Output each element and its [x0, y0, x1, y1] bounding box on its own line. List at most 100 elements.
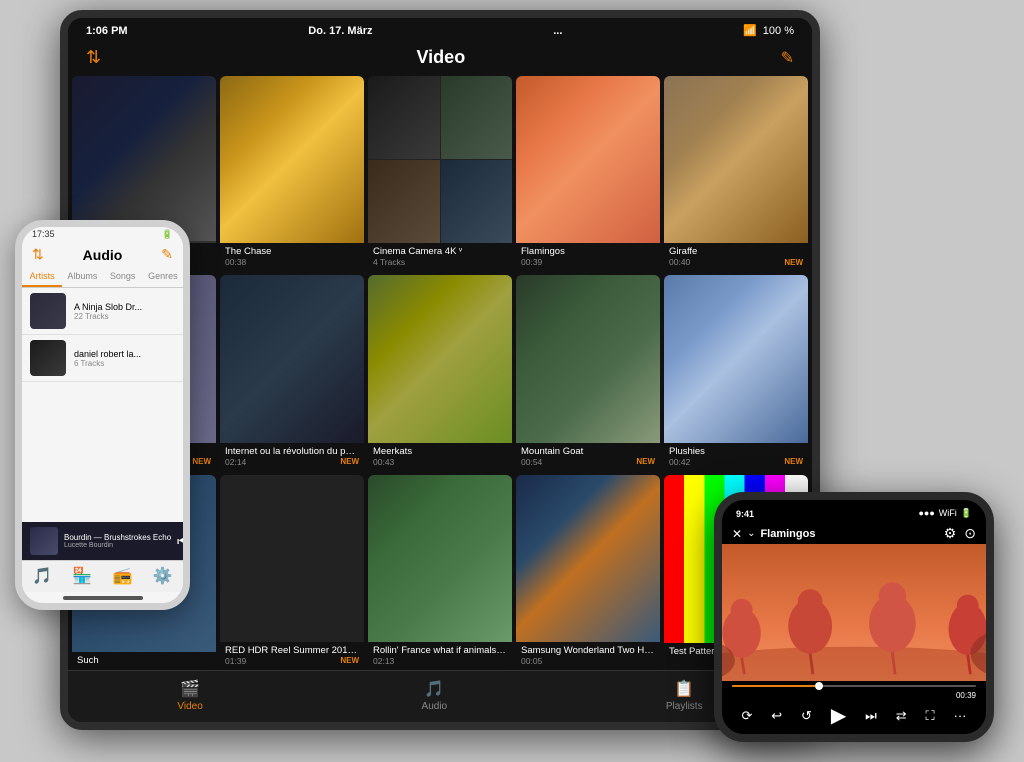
video-title: Mountain Goat — [521, 446, 655, 457]
tab-playlists[interactable]: 📋 Playlists — [666, 679, 703, 712]
video-item-mountain-goat[interactable]: Mountain Goat 00:54 NEW — [516, 275, 660, 470]
video-item-chase[interactable]: The Chase 00:38 — [220, 76, 364, 271]
edit-icon[interactable]: ✎ — [781, 48, 794, 68]
wifi-icon: WiFi — [939, 508, 957, 519]
fast-forward-icon[interactable]: ⏭ — [865, 708, 877, 724]
video-item-giraffe[interactable]: Giraffe 00:40 NEW — [664, 76, 808, 271]
video-item-meerkats[interactable]: Meerkats 00:43 — [368, 275, 512, 470]
ipad-status-bar: 1:06 PM Do. 17. März ... 📶 100 % — [68, 18, 812, 43]
ipad-date: Do. 17. März — [308, 25, 372, 37]
video-title: Giraffe — [669, 246, 803, 257]
video-tab-icon: 🎬 — [180, 679, 200, 699]
more-icon[interactable]: ··· — [954, 708, 967, 723]
video-title: Internet ou la révolution du partage — [225, 446, 359, 457]
now-playing-info: Bourdin — Brushstrokes Echo Lucette Bour… — [64, 533, 171, 549]
tab-settings-icon[interactable]: ⚙️ — [153, 566, 173, 586]
video-item-rollin[interactable]: Rollin' France what if animals were roun… — [368, 475, 512, 670]
video-title: Meerkats — [373, 446, 507, 457]
signal-icon: ●●● — [918, 508, 934, 519]
home-indicator — [63, 596, 143, 600]
tab-music-icon[interactable]: 🎵 — [32, 566, 52, 586]
iphone-small-header: ⇅ Audio ✎ — [22, 242, 183, 267]
iphone-small-device: 17:35 🔋 ⇅ Audio ✎ Artists Albums Songs G… — [15, 220, 190, 610]
now-playing-thumb — [30, 527, 58, 555]
video-item-cinema[interactable]: Cinema Camera 4K ᵛ 4 Tracks — [368, 76, 512, 271]
video-title: RED HDR Reel Summer 2018 Shot on RED PiW… — [225, 645, 359, 656]
play-button[interactable]: ▶ — [831, 703, 846, 728]
artist-item-ninja[interactable]: A Ninja Slob Dr... 22 Tracks — [22, 288, 183, 335]
iphone-small-status-bar: 17:35 🔋 — [22, 227, 183, 242]
battery-icon: 🔋 — [961, 508, 972, 519]
ipad-status-right: 📶 100 % — [743, 24, 794, 37]
audio-title: Audio — [83, 247, 123, 263]
video-title: Rollin' France what if animals were roun… — [373, 645, 507, 656]
video-title: Cinema Camera 4K ᵛ — [373, 246, 507, 257]
artist-tracks: 22 Tracks — [74, 312, 175, 321]
iphone-small-screen: 17:35 🔋 ⇅ Audio ✎ Artists Albums Songs G… — [22, 227, 183, 603]
video-item-red-hdr[interactable]: RED HDR Reel Summer 2018 Shot on RED PiW… — [220, 475, 364, 670]
now-playing-title: Bourdin — Brushstrokes Echo — [64, 533, 171, 542]
video-content — [722, 544, 986, 681]
video-item-internet[interactable]: Internet ou la révolution du partage 02:… — [220, 275, 364, 470]
edit-icon[interactable]: ✎ — [161, 246, 173, 263]
fullscreen-icon[interactable]: ⛶ — [926, 708, 935, 724]
playback-buttons: ⟳ ↩ ↺ ▶ ⏭ ⇄ ⛶ ··· — [732, 703, 976, 728]
video-item-samsung[interactable]: Samsung Wonderland Two HDR UHD 4K Demo..… — [516, 475, 660, 670]
tab-store-icon[interactable]: 🏪 — [72, 566, 92, 586]
progress-fill — [732, 685, 817, 687]
tab-artists[interactable]: Artists — [22, 267, 62, 287]
shuffle-icon[interactable]: ⇄ — [896, 708, 907, 724]
rewind-icon[interactable]: ↺ — [801, 708, 812, 724]
artist-info: A Ninja Slob Dr... 22 Tracks — [74, 302, 175, 321]
video-item-plushies[interactable]: Plushies 00:42 NEW — [664, 275, 808, 470]
audio-tab-icon: 🎵 — [424, 679, 444, 699]
video-player-topbar: ✕ ⌄ Flamingos ⚙ ⊙ — [722, 523, 986, 544]
video-player-statusbar: 9:41 ●●● WiFi 🔋 — [722, 500, 986, 523]
artist-thumb — [30, 293, 66, 329]
sort-icon[interactable]: ⇅ — [86, 47, 101, 68]
ipad-tabbar: 🎬 Video 🎵 Audio 📋 Playlists — [68, 670, 812, 722]
wifi-icon: 📶 — [743, 24, 757, 37]
now-playing-artist: Lucette Bourdin — [64, 542, 171, 549]
restart-icon[interactable]: ⟳ — [741, 708, 752, 724]
ipad-dots: ... — [553, 25, 562, 37]
settings-icon[interactable]: ⚙ — [944, 525, 957, 542]
iphone-time: 17:35 — [32, 229, 55, 240]
sort-icon[interactable]: ⇅ — [32, 246, 44, 263]
video-status-right: ●●● WiFi 🔋 — [918, 508, 972, 519]
artist-name: daniel robert la... — [74, 349, 175, 359]
chevron-down-icon[interactable]: ⌄ — [747, 528, 755, 539]
video-item-flamingos[interactable]: Flamingos 00:39 — [516, 76, 660, 271]
tab-genres[interactable]: Genres — [143, 267, 183, 287]
artist-info: daniel robert la... 6 Tracks — [74, 349, 175, 368]
video-title: Samsung Wonderland Two HDR UHD 4K Demo..… — [521, 645, 655, 656]
video-title: The Chase — [225, 246, 359, 257]
artist-item-daniel[interactable]: daniel robert la... 6 Tracks — [22, 335, 183, 382]
close-button[interactable]: ✕ — [732, 527, 742, 541]
tab-songs[interactable]: Songs — [103, 267, 143, 287]
artist-list: A Ninja Slob Dr... 22 Tracks daniel robe… — [22, 288, 183, 522]
now-playing-bar[interactable]: Bourdin — Brushstrokes Echo Lucette Bour… — [22, 522, 183, 560]
iphone-large-device: 9:41 ●●● WiFi 🔋 ✕ ⌄ Flamingos ⚙ ⊙ — [714, 492, 994, 742]
page-title: Video — [417, 47, 466, 68]
iphone-large-screen: 9:41 ●●● WiFi 🔋 ✕ ⌄ Flamingos ⚙ ⊙ — [722, 500, 986, 734]
playlists-tab-icon: 📋 — [674, 679, 694, 699]
video-player-title: Flamingos — [760, 528, 815, 540]
artist-thumb — [30, 340, 66, 376]
tab-video[interactable]: 🎬 Video — [177, 679, 202, 712]
video-status-time: 9:41 — [736, 509, 754, 519]
video-title: Plushies — [669, 446, 803, 457]
progress-thumb[interactable] — [815, 682, 823, 690]
tab-audio[interactable]: 🎵 Audio — [422, 679, 448, 712]
tab-radio-icon[interactable]: 📻 — [113, 566, 133, 586]
prev-icon[interactable]: ⏮ — [177, 534, 183, 549]
ipad-header: ⇅ Video ✎ — [68, 43, 812, 76]
skip-back-icon[interactable]: ↩ — [771, 708, 782, 724]
progress-bar[interactable] — [732, 685, 976, 687]
current-time: 00:39 — [956, 691, 976, 700]
iphone-tabs: Artists Albums Songs Genres — [22, 267, 183, 288]
video-controls: 00:39 ⟳ ↩ ↺ ▶ ⏭ ⇄ ⛶ ··· — [722, 681, 986, 734]
time-display: 00:39 — [732, 691, 976, 700]
airplay-icon[interactable]: ⊙ — [964, 525, 976, 542]
tab-albums[interactable]: Albums — [62, 267, 102, 287]
